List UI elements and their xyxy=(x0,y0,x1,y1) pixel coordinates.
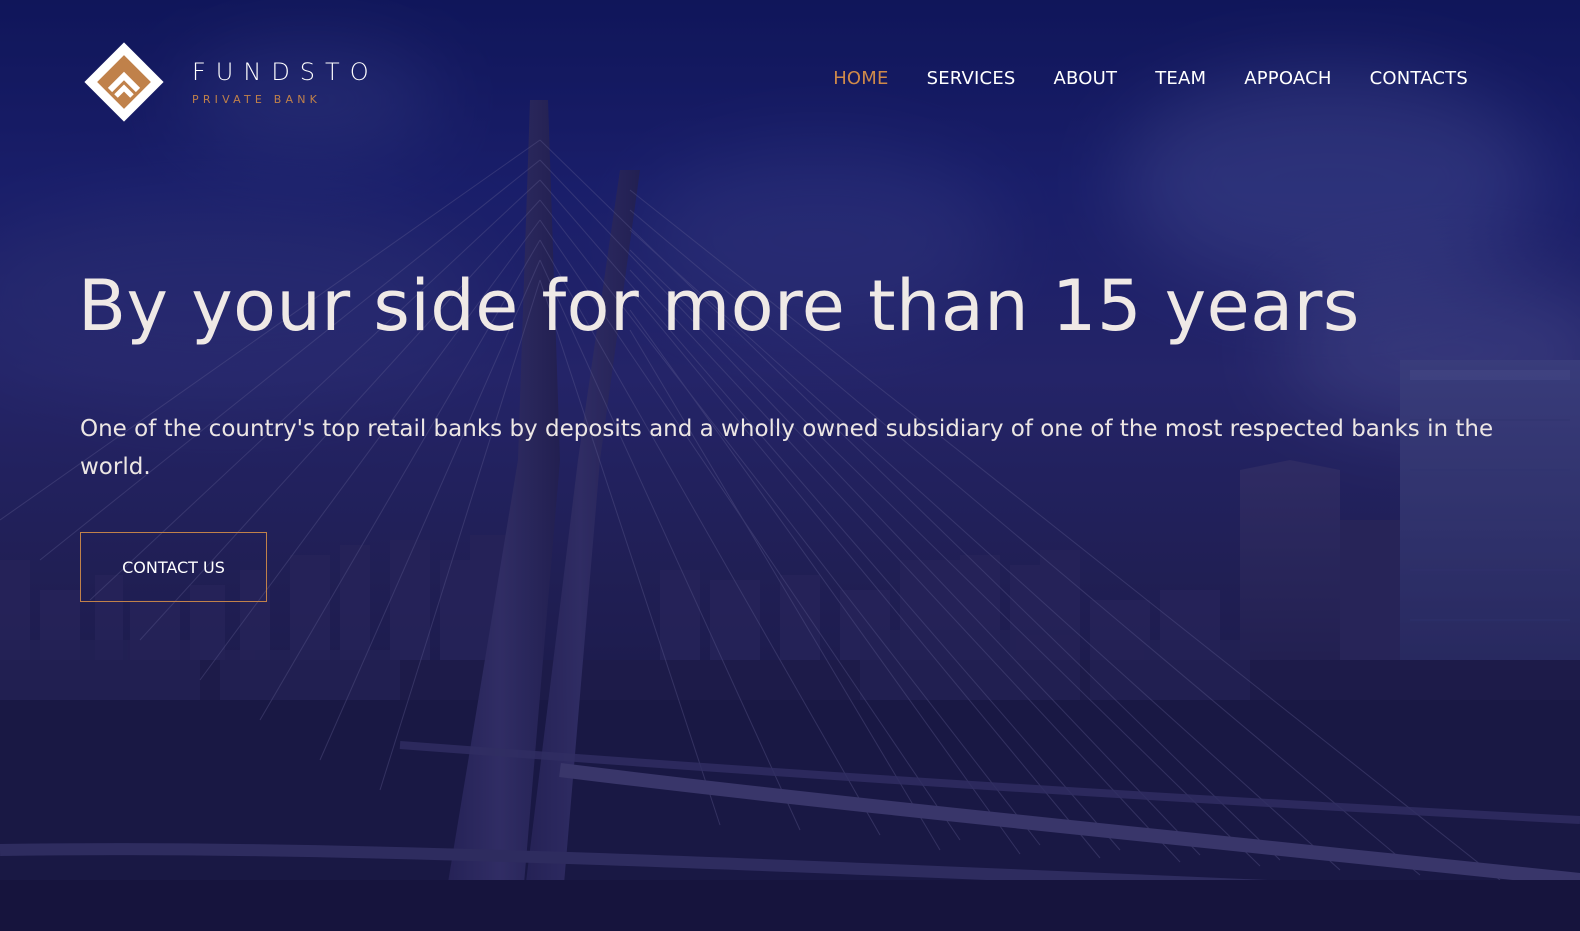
logo-diamond-icon xyxy=(84,42,164,122)
hero-section: FUNDSTO PRIVATE BANK HOME SERVICES ABOUT… xyxy=(0,0,1580,931)
nav-item-contacts[interactable]: CONTACTS xyxy=(1370,68,1468,89)
contact-us-button[interactable]: CONTACT US xyxy=(80,532,267,602)
nav-item-team[interactable]: TEAM xyxy=(1155,68,1206,89)
brand-logo[interactable]: FUNDSTO PRIVATE BANK xyxy=(80,38,379,126)
main-nav: HOME SERVICES ABOUT TEAM APPOACH CONTACT… xyxy=(833,68,1468,89)
nav-item-services[interactable]: SERVICES xyxy=(927,68,1016,89)
brand-name: FUNDSTO xyxy=(192,57,379,86)
nav-item-approach[interactable]: APPOACH xyxy=(1244,68,1331,89)
hero-headline: By your side for more than 15 years xyxy=(78,265,1360,347)
brand-tagline: PRIVATE BANK xyxy=(192,92,322,106)
hero-subtext: One of the country's top retail banks by… xyxy=(80,416,1494,480)
nav-item-home[interactable]: HOME xyxy=(833,68,888,89)
nav-item-about[interactable]: ABOUT xyxy=(1054,68,1118,89)
